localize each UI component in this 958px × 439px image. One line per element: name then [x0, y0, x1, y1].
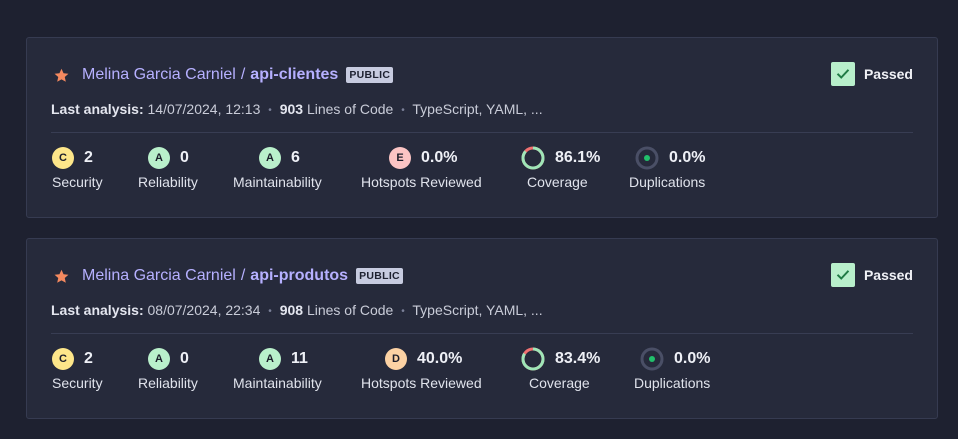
metric-hotspots[interactable]: E 0.0% Hotspots Reviewed [361, 146, 482, 190]
metric-security[interactable]: C 2 Security [52, 347, 103, 391]
reliability-label: Reliability [138, 375, 198, 391]
coverage-value: 86.1% [555, 149, 601, 166]
analysis-info: Last analysis: 14/07/2024, 12:13 • 903 L… [51, 101, 543, 117]
project-owner-link[interactable]: Melina Garcia Carniel [82, 66, 236, 84]
quality-gate-label: Passed [863, 267, 913, 283]
analysis-label: Last analysis: [51, 101, 144, 117]
reliability-rating-badge: A [148, 147, 170, 169]
reliability-label: Reliability [138, 174, 198, 190]
hotspots-label: Hotspots Reviewed [361, 375, 482, 391]
maintainability-label: Maintainability [233, 375, 322, 391]
reliability-value: 0 [180, 149, 189, 166]
divider [51, 132, 913, 133]
path-separator: / [240, 267, 246, 284]
metric-duplications[interactable]: 0.0% Duplications [629, 146, 705, 190]
hotspots-value: 0.0% [421, 149, 458, 166]
security-value: 2 [84, 149, 93, 166]
reliability-rating-badge: A [148, 348, 170, 370]
security-rating-badge: C [52, 147, 74, 169]
metric-coverage[interactable]: 83.4% Coverage [521, 347, 600, 391]
path-separator: / [240, 66, 246, 83]
star-icon[interactable] [53, 268, 70, 285]
coverage-ring-icon [521, 146, 545, 170]
coverage-label: Coverage [527, 174, 588, 190]
duplications-value: 0.0% [669, 149, 706, 166]
duplications-value: 0.0% [674, 350, 711, 367]
hotspots-value: 40.0% [417, 350, 463, 367]
separator-dot: • [401, 105, 405, 116]
separator-dot: • [401, 306, 405, 317]
maintainability-value: 6 [291, 149, 300, 166]
security-value: 2 [84, 350, 93, 367]
metric-hotspots[interactable]: D 40.0% Hotspots Reviewed [361, 347, 482, 391]
duplications-label: Duplications [634, 375, 711, 391]
maintainability-label: Maintainability [233, 174, 322, 190]
project-card: Melina Garcia Carniel / api-produtos PUB… [26, 238, 938, 419]
project-title-row: Melina Garcia Carniel / api-clientes PUB… [53, 64, 394, 86]
quality-gate-status: Passed [830, 62, 913, 86]
maintainability-value: 11 [291, 350, 308, 367]
metric-reliability[interactable]: A 0 Reliability [138, 146, 198, 190]
quality-gate-status: Passed [830, 263, 913, 287]
maintainability-rating-badge: A [259, 147, 281, 169]
visibility-badge: PUBLIC [356, 268, 403, 284]
metric-security[interactable]: C 2 Security [52, 146, 103, 190]
analysis-label: Last analysis: [51, 302, 144, 318]
star-icon[interactable] [53, 67, 70, 84]
metric-reliability[interactable]: A 0 Reliability [138, 347, 198, 391]
metric-maintainability[interactable]: A 11 Maintainability [233, 347, 322, 391]
maintainability-rating-badge: A [259, 348, 281, 370]
hotspots-rating-badge: E [389, 147, 411, 169]
metric-maintainability[interactable]: A 6 Maintainability [233, 146, 322, 190]
duplications-label: Duplications [629, 174, 706, 190]
project-owner-link[interactable]: Melina Garcia Carniel [82, 267, 236, 285]
lines-of-code-value: 908 [279, 302, 304, 318]
analysis-date: 14/07/2024, 12:13 [147, 101, 261, 117]
divider [51, 333, 913, 334]
separator-dot: • [268, 105, 272, 116]
hotspots-rating-badge: D [385, 348, 407, 370]
check-icon [830, 62, 855, 86]
security-label: Security [52, 375, 103, 391]
coverage-value: 83.4% [555, 350, 601, 367]
coverage-ring-icon [521, 347, 545, 371]
reliability-value: 0 [180, 350, 189, 367]
analysis-date: 08/07/2024, 22:34 [147, 302, 261, 318]
metric-coverage[interactable]: 86.1% Coverage [521, 146, 600, 190]
visibility-badge: PUBLIC [346, 67, 394, 83]
duplications-dot-icon [640, 347, 664, 371]
check-icon [830, 263, 855, 287]
quality-gate-label: Passed [863, 66, 913, 82]
analysis-info: Last analysis: 08/07/2024, 22:34 • 908 L… [51, 302, 543, 318]
project-card: Melina Garcia Carniel / api-clientes PUB… [26, 37, 938, 218]
hotspots-label: Hotspots Reviewed [361, 174, 482, 190]
separator-dot: • [268, 306, 272, 317]
lines-of-code-label: Lines of Code [306, 101, 394, 117]
project-name-link[interactable]: api-produtos [250, 267, 348, 285]
security-label: Security [52, 174, 103, 190]
coverage-label: Coverage [529, 375, 590, 391]
lines-of-code-value: 903 [279, 101, 304, 117]
project-name-link[interactable]: api-clientes [250, 66, 338, 84]
languages: TypeScript, YAML, ... [412, 101, 543, 117]
security-rating-badge: C [52, 348, 74, 370]
project-title-row: Melina Garcia Carniel / api-produtos PUB… [53, 265, 403, 287]
languages: TypeScript, YAML, ... [412, 302, 543, 318]
duplications-dot-icon [635, 146, 659, 170]
lines-of-code-label: Lines of Code [306, 302, 394, 318]
metric-duplications[interactable]: 0.0% Duplications [634, 347, 710, 391]
